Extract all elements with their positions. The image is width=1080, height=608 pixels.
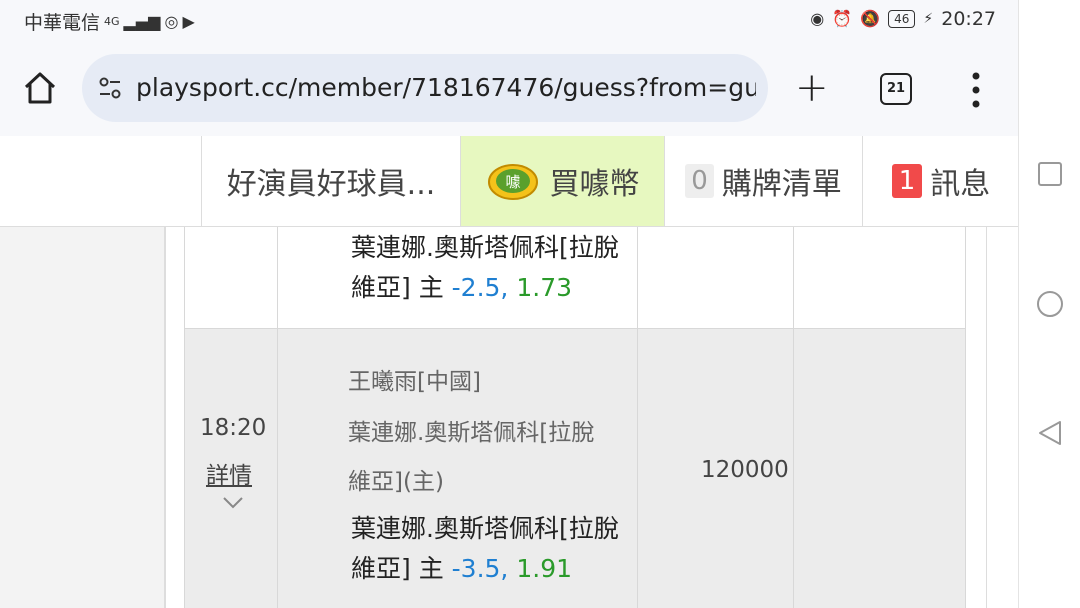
alarm-icon: ⏰ [832,9,853,28]
game-time: 18:20 [200,415,267,441]
left-sidebar [0,227,166,608]
coin-icon: 噱 [487,164,538,200]
pick-team-line1: 葉連娜.奧斯塔佩科[拉脫 [351,233,619,262]
home-circle-icon[interactable] [1036,290,1064,318]
tab-switcher-button[interactable]: 21 [880,73,912,105]
recents-icon[interactable] [1036,160,1064,188]
guess-table: 葉連娜.奧斯塔佩科[拉脫 維亞] 主 -2.5, 1.73 18:20 詳情 王… [184,227,966,608]
pick-odds: 1.73 [516,273,573,302]
table-row: 18:20 詳情 王曦雨[中國] 葉連娜.奧斯塔佩科[拉脫 維亞](主) 葉連娜… [184,329,966,608]
network-type: 4G [104,14,120,28]
table-row: 葉連娜.奧斯塔佩科[拉脫 維亞] 主 -2.5, 1.73 [184,227,966,328]
url-text[interactable]: playsport.cc/member/718167476/guess?from… [136,73,756,102]
column-divider [793,227,794,608]
right-margin [966,227,1018,608]
nav-messages-label: 訊息 [930,167,991,202]
column-divider [184,227,185,608]
nav-buy-coins[interactable]: 噱 買噱幣 [460,136,664,226]
home-team-line1: 葉連娜.奧斯塔佩科[拉脫 [348,420,595,446]
browser-toolbar: playsport.cc/member/718167476/guess?from… [0,40,1018,136]
pick-handicap: -3.5, [451,554,509,583]
pick-cell: 葉連娜.奧斯塔佩科[拉脫 維亞] 主 -3.5, 1.91 [351,509,619,589]
signal-icon: ▂▄▆ [123,11,161,31]
status-bar: 中華電信 4G ▂▄▆ ◎ ▶ ◉ ⏰ 🔕 46 ⚡ 20:27 [0,0,1018,40]
pick-handicap: -2.5, [451,273,509,302]
detail-link[interactable]: 詳情 [206,456,252,490]
right-border [986,227,987,608]
bet-amount: 120000 [701,457,789,483]
away-team: 王曦雨[中國] [348,369,481,395]
cart-count-badge: 0 [685,164,714,198]
mute-notification-icon: 🔕 [860,9,881,28]
site-settings-icon[interactable] [98,76,122,100]
nav-profile[interactable]: 好演員好球員... [201,136,460,226]
battery-indicator: 46 [888,10,916,28]
youtube-icon: ▶ [182,11,195,31]
pick-cell: 葉連娜.奧斯塔佩科[拉脫 維亞] 主 -2.5, 1.73 [351,228,619,308]
system-nav-bar [1018,0,1080,608]
charging-icon: ⚡ [923,11,934,27]
pick-odds: 1.91 [516,554,573,583]
nav-profile-label: 好演員好球員... [226,167,436,202]
pick-team-line1: 葉連娜.奧斯塔佩科[拉脫 [351,514,619,543]
address-bar[interactable]: playsport.cc/member/718167476/guess?from… [82,54,768,122]
column-divider [277,227,278,608]
svg-text:噱: 噱 [505,173,520,191]
site-nav: 好演員好球員... 噱 買噱幣 0 購牌清單 1 訊息 [0,136,1018,227]
back-icon[interactable] [1036,419,1064,447]
eye-comfort-icon: ◉ [810,9,825,28]
pick-team-line2: 維亞] 主 [351,554,444,583]
home-team-line2: 維亞](主) [348,469,444,495]
clock: 20:27 [941,8,996,30]
nav-cart[interactable]: 0 購牌清單 [664,136,862,226]
nav-messages[interactable]: 1 訊息 [862,136,1019,226]
new-tab-icon[interactable]: + [795,68,829,108]
nav-cart-label: 購牌清單 [721,167,842,202]
home-icon[interactable] [20,68,60,108]
nav-buy-coins-label: 買噱幣 [549,167,640,202]
carrier-name: 中華電信 [24,12,101,34]
pick-team-line2: 維亞] 主 [351,273,444,302]
message-count-badge: 1 [891,164,923,198]
hotspot-icon: ◎ [164,11,179,31]
more-menu-icon[interactable] [966,70,986,110]
chevron-down-icon[interactable] [222,496,244,510]
column-divider [637,227,638,608]
